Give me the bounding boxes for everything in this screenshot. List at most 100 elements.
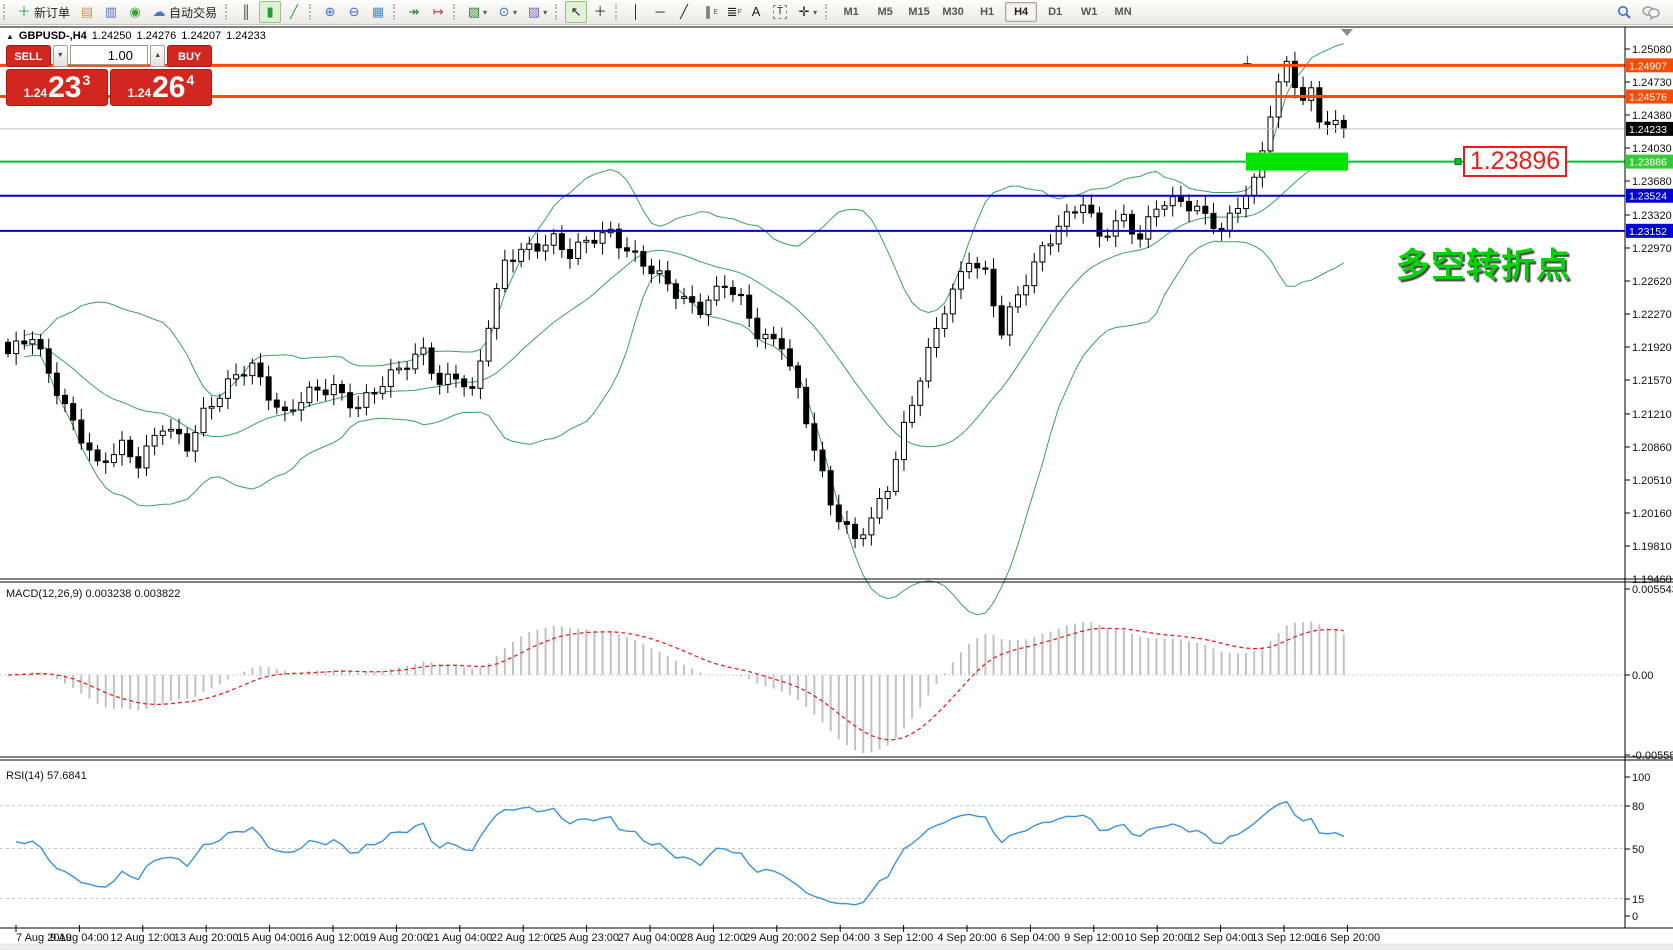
toolbar-grip[interactable] <box>393 4 398 20</box>
news-signal-icon[interactable]: ◉ <box>124 1 146 23</box>
sell-quote-button[interactable]: 1.24 23 3 <box>6 69 108 106</box>
chart-shift-button[interactable]: ↦ <box>427 1 449 23</box>
candle-body <box>14 341 19 354</box>
time-axis-label: 29 Aug 20:00 <box>744 932 809 944</box>
price-callout-box[interactable]: 1.23896 <box>1463 146 1567 177</box>
rsi-axis-label: 80 <box>1632 801 1644 813</box>
zoom-out-button[interactable]: ⊖ <box>343 1 365 23</box>
candle-body <box>641 252 646 267</box>
time-axis-label: 9 Aug 04:00 <box>50 932 109 944</box>
toolbar-grip[interactable] <box>3 4 8 20</box>
trendline-button[interactable]: ╱ <box>673 1 695 23</box>
toolbar-grip[interactable] <box>309 4 314 20</box>
price-label-text: 1.24233 <box>1629 124 1667 136</box>
candle-body <box>1048 244 1053 246</box>
price-tick-label: 1.21570 <box>1632 375 1672 387</box>
cursor-button[interactable]: ↖ <box>565 1 587 23</box>
chart-shift-marker-icon[interactable] <box>1341 29 1353 36</box>
candle-body <box>1211 213 1216 228</box>
rsi-line <box>16 802 1344 905</box>
periods-button[interactable]: ⊙▾ <box>493 1 521 23</box>
volume-increase-button[interactable]: ▲ <box>150 45 165 67</box>
timeframe-w1-button[interactable]: W1 <box>1073 2 1105 22</box>
oneclick-collapse-arrow[interactable]: ▲ <box>6 32 14 41</box>
buy-button[interactable]: BUY <box>167 45 212 67</box>
candle-body <box>1146 217 1151 239</box>
autotrade-button[interactable]: ☁自动交易 <box>148 1 221 23</box>
candle-body <box>1341 120 1346 128</box>
new-chart-button[interactable]: ▧▾ <box>463 1 491 23</box>
channel-button[interactable]: ∥E <box>697 1 719 23</box>
arrows-icon: ✛ <box>797 3 811 21</box>
timeframe-m15-button[interactable]: M15 <box>903 2 935 22</box>
toolbar-grip[interactable] <box>225 4 230 20</box>
fibonacci-button[interactable]: ≣F <box>721 1 743 23</box>
crosshair-button[interactable]: ＋ <box>589 1 611 23</box>
sell-signal-marker: ⊥ <box>1242 53 1252 67</box>
chart-canvas[interactable]: ⊥1.250801.247301.243801.240301.236801.23… <box>0 0 1673 950</box>
time-axis-label: 22 Aug 12:00 <box>491 932 556 944</box>
candle-body <box>657 271 662 274</box>
text-label-button[interactable]: T <box>769 1 791 23</box>
horizontal-line-button[interactable]: ─ <box>649 1 671 23</box>
toolbar-grip[interactable] <box>615 4 620 20</box>
chart-profile-icon[interactable]: ▤ <box>76 1 98 23</box>
candle-body <box>665 271 670 284</box>
candle-body <box>437 373 442 384</box>
candle-body <box>103 461 108 463</box>
vertical-line-button[interactable]: │ <box>625 1 647 23</box>
candle-body <box>1154 209 1159 217</box>
auto-scroll-icon: ↠ <box>407 3 421 21</box>
timeframe-m5-button[interactable]: M5 <box>869 2 901 22</box>
candle-body <box>356 407 361 408</box>
toolbar: ＋新订单▤▥◉☁自动交易║▮╱⊕⊖▦↠↦▧▾⊙▾▨▾↖＋│─╱∥E≣FAT✛▾ … <box>0 0 1673 25</box>
text-button[interactable]: A <box>745 1 767 23</box>
candle-body <box>649 266 654 274</box>
new-order-button[interactable]: ＋新订单 <box>13 1 74 23</box>
candle-body <box>462 379 467 387</box>
chat-button[interactable] <box>1638 1 1664 23</box>
tile-windows-icon: ▦ <box>371 3 385 21</box>
candle-body <box>307 387 312 402</box>
candle-body <box>95 450 100 461</box>
ohlc-open: 1.24250 <box>92 30 132 42</box>
candle-body <box>22 341 27 344</box>
timeframe-mn-button[interactable]: MN <box>1107 2 1139 22</box>
candlestick-chart-button[interactable]: ▮ <box>259 1 281 23</box>
line-chart-button[interactable]: ╱ <box>283 1 305 23</box>
toolbar-grip[interactable] <box>825 4 830 20</box>
price-tick-label: 1.20510 <box>1632 475 1672 487</box>
chart-shift-icon: ↦ <box>431 3 445 21</box>
timeframe-h4-button[interactable]: H4 <box>1005 2 1037 22</box>
green-zone-rectangle[interactable] <box>1246 153 1348 171</box>
timeframe-m30-button[interactable]: M30 <box>937 2 969 22</box>
candle-body <box>217 398 222 406</box>
bar-chart-button[interactable]: ║ <box>235 1 257 23</box>
volume-decrease-button[interactable]: ▼ <box>53 45 68 67</box>
auto-scroll-button[interactable]: ↠ <box>403 1 425 23</box>
candle-body <box>1268 117 1273 151</box>
ohlc-close: 1.24233 <box>226 30 266 42</box>
price-label-text: 1.23886 <box>1629 157 1667 169</box>
periods-icon: ⊙ <box>497 3 511 21</box>
market-watch-icon[interactable]: ▥ <box>100 1 122 23</box>
tile-windows-button[interactable]: ▦ <box>367 1 389 23</box>
timeframe-m1-button[interactable]: M1 <box>835 2 867 22</box>
volume-input[interactable] <box>70 45 148 65</box>
candle-body <box>551 234 556 245</box>
buy-quote-button[interactable]: 1.24 26 4 <box>110 69 212 106</box>
candle-body <box>339 385 344 393</box>
callout-anchor-handle[interactable] <box>1455 159 1461 165</box>
zoom-in-button[interactable]: ⊕ <box>319 1 341 23</box>
arrows-button[interactable]: ✛▾ <box>793 1 821 23</box>
templates-button[interactable]: ▨▾ <box>523 1 551 23</box>
toolbar-grip[interactable] <box>555 4 560 20</box>
timeframe-h1-button[interactable]: H1 <box>971 2 1003 22</box>
search-button[interactable] <box>1613 1 1636 23</box>
timeframe-d1-button[interactable]: D1 <box>1039 2 1071 22</box>
candle-body <box>1170 197 1175 206</box>
sell-button[interactable]: SELL <box>6 45 51 67</box>
toolbar-grip[interactable] <box>453 4 458 20</box>
candle-body <box>1301 87 1306 100</box>
chinese-note-text[interactable]: 多空转折点 <box>1396 238 1571 287</box>
